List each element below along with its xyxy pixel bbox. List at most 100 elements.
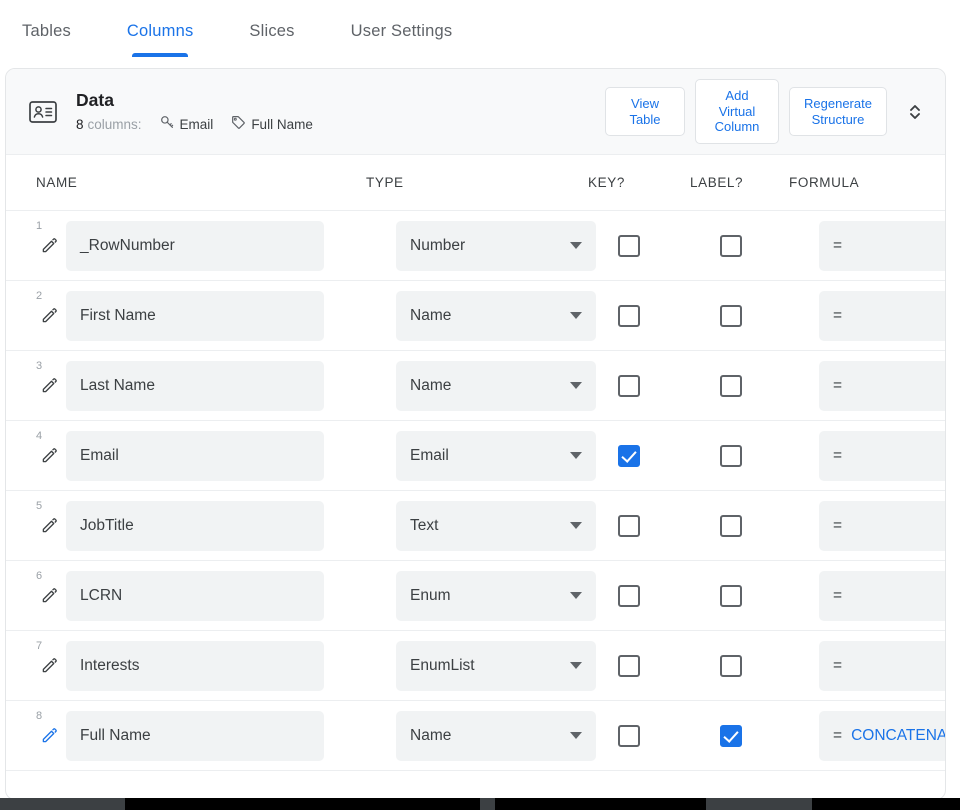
scrollbar-segment-mid[interactable] — [480, 798, 495, 810]
key-checkbox[interactable] — [618, 654, 640, 677]
table-row: 7 Interests EnumList = — [6, 631, 945, 701]
edit-pencil-icon[interactable] — [36, 307, 62, 324]
key-checkbox[interactable] — [618, 374, 640, 397]
key-icon — [160, 115, 180, 133]
formula-expression: CONCATENA — [851, 726, 946, 744]
key-cell — [618, 444, 720, 467]
column-name-input[interactable]: Interests — [66, 640, 324, 691]
key-cell — [618, 584, 720, 607]
column-type-value: EnumList — [410, 656, 475, 674]
column-type-select[interactable]: Number — [396, 220, 596, 271]
key-column-chip[interactable]: Email — [160, 115, 213, 133]
formula-input[interactable]: = CONCATENA — [819, 710, 946, 761]
column-name-input[interactable]: Full Name — [66, 710, 324, 761]
label-checkbox[interactable] — [720, 654, 742, 677]
formula-input[interactable]: = — [819, 220, 945, 271]
key-checkbox[interactable] — [618, 444, 640, 467]
formula-cell: = CONCATENA — [819, 710, 946, 761]
column-name-input[interactable]: Email — [66, 430, 324, 481]
chevron-down-icon — [570, 242, 582, 249]
key-checkbox[interactable] — [618, 304, 640, 327]
type-cell: EnumList — [396, 640, 618, 691]
label-cell — [720, 444, 819, 467]
name-cell: LCRN — [66, 570, 396, 621]
column-type-value: Number — [410, 236, 466, 254]
label-checkbox[interactable] — [720, 584, 742, 607]
formula-equals: = — [833, 726, 843, 744]
table-row: 1 _RowNumber Number = — [6, 211, 945, 281]
formula-equals: = — [833, 306, 843, 324]
columns-table: NAME TYPE KEY? LABEL? FORMULA 1 _RowNumbe… — [6, 155, 945, 771]
formula-equals: = — [833, 586, 843, 604]
edit-pencil-icon[interactable] — [36, 237, 62, 254]
label-checkbox[interactable] — [720, 234, 742, 257]
key-checkbox[interactable] — [618, 584, 640, 607]
column-name-input[interactable]: LCRN — [66, 570, 324, 621]
column-type-select[interactable]: Text — [396, 500, 596, 551]
key-checkbox[interactable] — [618, 514, 640, 537]
row-number: 6 — [36, 570, 43, 582]
edit-pencil-icon[interactable] — [36, 447, 62, 464]
tab-tables[interactable]: Tables — [22, 22, 71, 57]
column-count: 8 — [76, 116, 84, 132]
name-cell: Email — [66, 430, 396, 481]
column-type-select[interactable]: Enum — [396, 570, 596, 621]
scrollbar-segment-right[interactable] — [706, 798, 812, 810]
label-cell — [720, 584, 819, 607]
formula-input[interactable]: = — [819, 570, 945, 621]
column-name-input[interactable]: JobTitle — [66, 500, 324, 551]
column-type-select[interactable]: EnumList — [396, 640, 596, 691]
table-row: 4 Email Email = — [6, 421, 945, 491]
formula-equals: = — [833, 446, 843, 464]
column-type-value: Text — [410, 516, 439, 534]
label-cell — [720, 374, 819, 397]
view-table-button[interactable]: View Table — [605, 87, 685, 136]
label-column-chip[interactable]: Full Name — [231, 115, 313, 133]
horizontal-scrollbar-strip[interactable] — [0, 798, 960, 810]
edit-pencil-icon[interactable] — [36, 377, 62, 394]
key-checkbox[interactable] — [618, 234, 640, 257]
label-checkbox[interactable] — [720, 374, 742, 397]
contact-card-icon — [26, 95, 60, 129]
formula-input[interactable]: = — [819, 290, 945, 341]
chevron-down-icon — [570, 452, 582, 459]
formula-input[interactable]: = — [819, 430, 945, 481]
edit-pencil-icon[interactable] — [36, 517, 62, 534]
column-type-select[interactable]: Name — [396, 290, 596, 341]
key-cell — [618, 654, 720, 677]
label-column-name: Full Name — [251, 116, 313, 132]
label-checkbox[interactable] — [720, 514, 742, 537]
column-name-input[interactable]: First Name — [66, 290, 324, 341]
add-virtual-column-button[interactable]: Add Virtual Column — [695, 79, 779, 144]
tab-columns[interactable]: Columns — [127, 22, 194, 57]
label-cell — [720, 724, 819, 747]
formula-input[interactable]: = — [819, 500, 945, 551]
row-number: 2 — [36, 290, 43, 302]
column-type-select[interactable]: Name — [396, 360, 596, 411]
table-row: 8 Full Name Name = CONCATENA — [6, 701, 945, 771]
label-cell — [720, 654, 819, 677]
regenerate-structure-button[interactable]: Regenerate Structure — [789, 87, 887, 136]
column-type-select[interactable]: Email — [396, 430, 596, 481]
tab-slices[interactable]: Slices — [249, 22, 294, 57]
tab-user-settings[interactable]: User Settings — [351, 22, 453, 57]
scrollbar-segment-left[interactable] — [0, 798, 125, 810]
label-checkbox[interactable] — [720, 444, 742, 467]
label-checkbox[interactable] — [720, 724, 742, 747]
edit-pencil-icon[interactable] — [36, 657, 62, 674]
column-name-input[interactable]: Last Name — [66, 360, 324, 411]
edit-pencil-icon[interactable] — [36, 727, 62, 744]
column-name-input[interactable]: _RowNumber — [66, 220, 324, 271]
key-checkbox[interactable] — [618, 724, 640, 747]
data-table-card: Data 8 columns: Email Full Name View Tab… — [5, 68, 946, 800]
column-type-select[interactable]: Name — [396, 710, 596, 761]
column-type-value: Name — [410, 726, 452, 744]
column-type-value: Email — [410, 446, 449, 464]
tag-icon — [231, 115, 251, 133]
table-row: 2 First Name Name = — [6, 281, 945, 351]
edit-pencil-icon[interactable] — [36, 587, 62, 604]
unfold-more-icon[interactable] — [901, 98, 929, 126]
formula-input[interactable]: = — [819, 360, 945, 411]
label-checkbox[interactable] — [720, 304, 742, 327]
formula-input[interactable]: = — [819, 640, 945, 691]
